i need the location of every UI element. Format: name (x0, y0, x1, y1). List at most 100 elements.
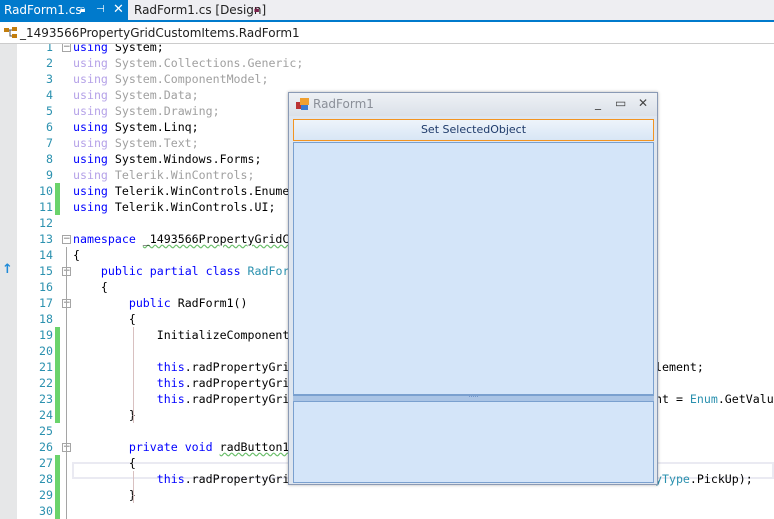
code-token: { (73, 248, 80, 262)
code-line[interactable]: namespace _1493566PropertyGridC (73, 231, 289, 247)
code-line[interactable]: this.radPropertyGri (73, 359, 290, 375)
set-selected-object-button[interactable]: Set SelectedObject (293, 119, 654, 141)
code-line[interactable]: { (73, 247, 80, 263)
line-number: 4 (46, 88, 53, 102)
code-line[interactable]: using Telerik.WinControls; (73, 167, 255, 183)
line-number: 18 (39, 312, 53, 326)
line-number: 12 (39, 216, 53, 230)
code-token: using (73, 136, 108, 150)
code-token: { (73, 312, 136, 326)
code-token: public (128, 296, 171, 310)
class-hierarchy-icon (4, 27, 17, 38)
code-token: void (184, 440, 213, 454)
code-line[interactable]: using System.Data; (73, 87, 199, 103)
line-number: 19 (39, 328, 53, 342)
change-marker (55, 407, 60, 423)
code-token: this (156, 360, 185, 374)
code-token: using (73, 152, 108, 166)
code-token: this (156, 392, 185, 406)
code-line[interactable]: this.radPropertyGri (73, 391, 290, 407)
line-number: 23 (39, 392, 53, 406)
collapse-toggle-icon[interactable]: − (62, 235, 71, 244)
indent-guide (133, 327, 134, 423)
document-tab-bar: RadForm1.cs 🔒︎ ⊣ ✕ RadForm1.cs [Design] … (0, 0, 774, 22)
code-token: { (73, 280, 108, 294)
property-grid[interactable] (293, 142, 654, 395)
code-token: yType (655, 472, 690, 486)
tab-radform1-cs[interactable]: RadForm1.cs 🔒︎ ⊣ ✕ (0, 0, 128, 20)
code-line[interactable]: this.radPropertyGri (73, 471, 290, 487)
collapse-toggle-icon[interactable]: − (62, 44, 71, 52)
code-line[interactable]: using Telerik.WinControls.UI; (73, 199, 275, 215)
line-number: 13 (39, 232, 53, 246)
navigation-bar[interactable]: _1493566PropertyGridCustomItems.RadForm1 (0, 22, 774, 44)
navigate-up-arrow-icon[interactable]: ↑ (2, 262, 13, 277)
line-number: 28 (39, 472, 53, 486)
code-line[interactable]: using System.Drawing; (73, 103, 220, 119)
code-line[interactable]: private void radButton1 (73, 439, 290, 455)
line-number: 15 (39, 264, 53, 278)
line-number: 22 (39, 376, 53, 390)
radform1-window: RadForm1 _ ▭ ✕ Set SelectedObject ····· (288, 92, 658, 485)
code-line[interactable]: using System.Collections.Generic; (73, 55, 303, 71)
line-number: 30 (39, 504, 53, 518)
code-line[interactable]: public RadForm1() (73, 295, 248, 311)
code-line[interactable]: using Telerik.WinControls.Enume (73, 183, 289, 199)
indicator-margin (0, 44, 17, 519)
line-number: 5 (46, 104, 53, 118)
code-line[interactable]: { (73, 455, 136, 471)
minimize-button[interactable]: _ (595, 96, 601, 110)
code-token: System.Data; (107, 88, 199, 102)
outline-guide (66, 311, 67, 423)
code-token: partial (149, 264, 199, 278)
code-line[interactable]: using System.ComponentModel; (73, 71, 268, 87)
code-line[interactable]: { (73, 311, 136, 327)
code-token: using (73, 120, 108, 134)
code-token: System.ComponentModel; (107, 72, 269, 86)
code-line[interactable]: using System; (73, 44, 164, 55)
code-token: Telerik.WinControls; (107, 168, 255, 182)
code-token: .radPropertyGri (184, 472, 290, 486)
code-line[interactable]: } (73, 487, 136, 503)
code-line[interactable]: using System.Text; (73, 135, 199, 151)
code-line[interactable]: { (73, 279, 108, 295)
code-line-tail[interactable]: lement; (655, 359, 704, 375)
line-number: 21 (39, 360, 53, 374)
code-token: using (73, 184, 108, 198)
code-token: .radPropertyGri (184, 376, 290, 390)
code-line[interactable]: public partial class RadFor (73, 263, 290, 279)
change-marker (55, 455, 60, 471)
form-title-bar[interactable]: RadForm1 _ ▭ ✕ (289, 93, 657, 116)
close-button[interactable]: ✕ (638, 96, 648, 110)
code-token: .radPropertyGri (184, 360, 290, 374)
code-token: this (156, 472, 185, 486)
code-token: { (73, 456, 136, 470)
code-line[interactable]: using System.Windows.Forms; (73, 151, 261, 167)
code-token: this (156, 376, 185, 390)
code-token: using (73, 88, 108, 102)
tab-label: RadForm1.cs (4, 3, 82, 17)
code-token: Telerik.WinControls.Enume (107, 184, 290, 198)
tab-radform1-design[interactable]: RadForm1.cs [Design] 🔒︎ (130, 0, 270, 20)
line-number: 9 (46, 168, 53, 182)
code-token: using (73, 44, 108, 54)
close-icon[interactable]: ✕ (113, 0, 124, 20)
code-line[interactable]: using System.Linq; (73, 119, 199, 135)
code-line-tail[interactable]: yType.PickUp); (655, 471, 753, 487)
code-token: System; (107, 44, 164, 54)
line-number: 16 (39, 280, 53, 294)
pin-icon[interactable]: ⊣ (96, 0, 105, 20)
change-marker (55, 503, 60, 519)
maximize-button[interactable]: ▭ (615, 96, 626, 110)
code-line[interactable]: } (73, 407, 136, 423)
code-line-tail[interactable]: nt = Enum.GetValu (655, 391, 774, 407)
code-line[interactable]: InitializeComponent (73, 327, 290, 343)
code-line[interactable]: this.radPropertyGri (73, 375, 290, 391)
